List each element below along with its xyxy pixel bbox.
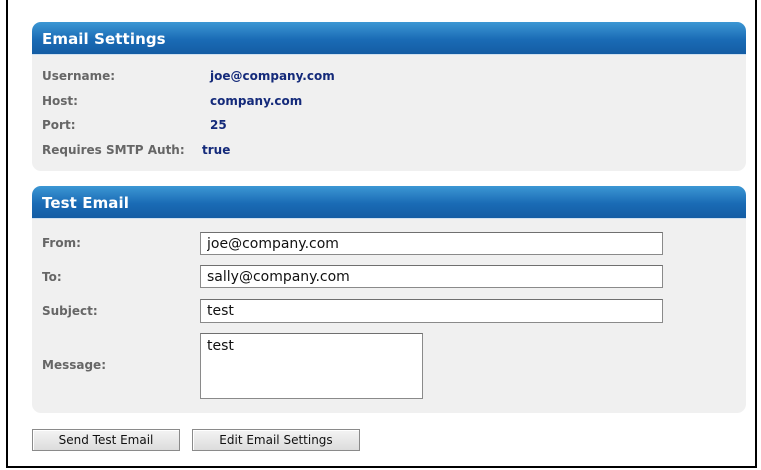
port-label: Port: — [42, 118, 76, 132]
host-label: Host: — [42, 94, 78, 108]
edit-email-settings-button[interactable]: Edit Email Settings — [192, 429, 360, 451]
test-email-header: Test Email — [32, 186, 746, 219]
email-settings-header: Email Settings — [32, 22, 746, 55]
username-value: joe@company.com — [210, 69, 335, 83]
subject-label: Subject: — [42, 304, 98, 318]
username-label: Username: — [42, 69, 116, 83]
port-value: 25 — [210, 118, 227, 132]
message-label: Message: — [42, 358, 106, 372]
smtp-auth-label: Requires SMTP Auth: — [42, 143, 185, 157]
email-settings-panel: Email Settings Username: joe@company.com… — [32, 22, 746, 171]
subject-field[interactable] — [200, 299, 663, 323]
test-email-panel: Test Email From: To: Subject: Message: t… — [32, 186, 746, 413]
message-textarea[interactable]: test — [200, 333, 423, 399]
send-test-email-button[interactable]: Send Test Email — [32, 429, 180, 451]
smtp-auth-value: true — [202, 143, 231, 157]
from-field[interactable] — [200, 232, 663, 255]
to-label: To: — [42, 270, 62, 284]
host-value: company.com — [210, 94, 303, 108]
from-label: From: — [42, 236, 81, 250]
to-field[interactable] — [200, 265, 663, 288]
